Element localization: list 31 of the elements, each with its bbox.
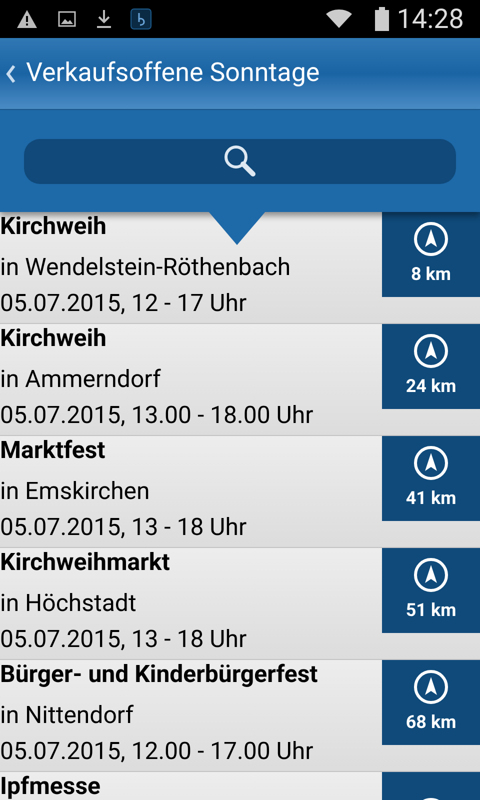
event-place: in Emskirchen [0, 476, 150, 507]
navigation-button[interactable]: 41 km [382, 436, 480, 521]
warning-icon [16, 9, 38, 29]
event-title: Kirchweihmarkt [0, 549, 170, 575]
event-date: 05.07.2015, 12.00 - 17.00 Uhr [0, 736, 314, 767]
screen-title: Verkaufsoffene Sonntage [26, 57, 320, 90]
event-place: in Ammerndorf [0, 364, 161, 395]
clock-time: 14:28 [396, 2, 464, 37]
back-icon[interactable] [6, 64, 16, 82]
navigation-button[interactable]: 8 km [382, 212, 480, 297]
event-place: in Höchstadt [0, 588, 136, 619]
image-icon [58, 11, 76, 27]
event-date: 05.07.2015, 12 - 17 Uhr [0, 288, 247, 319]
event-title: Bürger- und Kinderbürgerfest [0, 661, 318, 687]
battery-icon [374, 7, 389, 31]
event-title: Kirchweih [0, 213, 106, 239]
event-place: in Wendelstein-Röthenbach [0, 252, 291, 283]
navigation-button[interactable]: 24 km [382, 324, 480, 409]
event-title: Kirchweih [0, 325, 106, 351]
event-date: 05.07.2015, 13 - 18 Uhr [0, 512, 247, 543]
event-title: Ipfmesse [0, 773, 100, 799]
wifi-icon [324, 9, 353, 29]
navigation-button[interactable]: 51 km [382, 548, 480, 633]
event-place: in Nittendorf [0, 700, 134, 731]
event-title: Marktfest [0, 437, 106, 463]
event-date: 05.07.2015, 13 - 18 Uhr [0, 624, 247, 655]
download-icon [96, 9, 112, 29]
event-date: 05.07.2015, 13.00 - 18.00 Uhr [0, 400, 314, 431]
search-field[interactable] [24, 138, 456, 184]
navigation-button[interactable]: 68 km [382, 660, 480, 745]
search-icon [223, 144, 257, 178]
